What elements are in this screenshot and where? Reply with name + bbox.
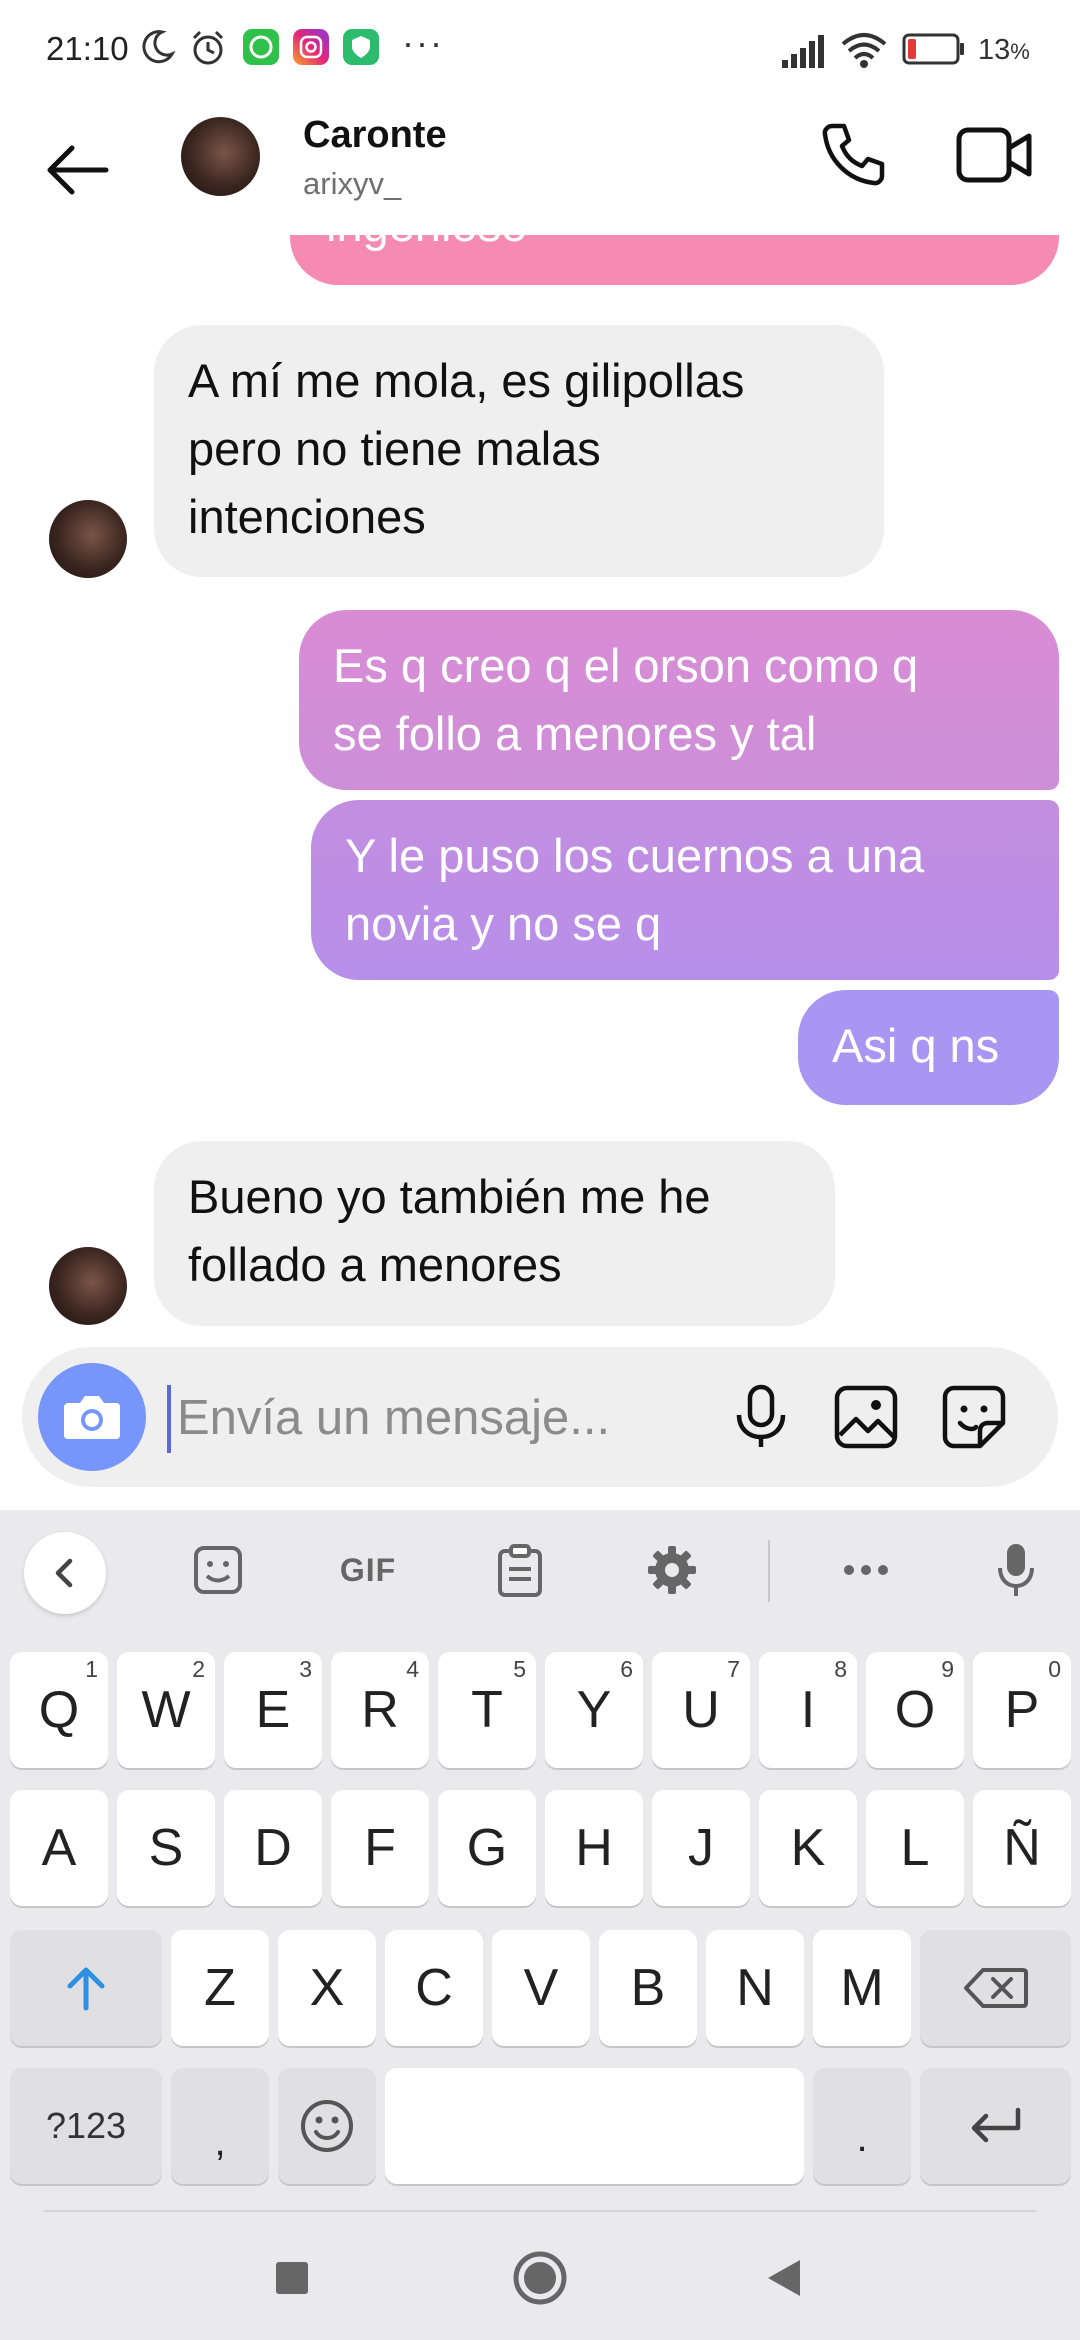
chat-header: Caronte arixyv_ — [0, 100, 1080, 235]
backspace-key[interactable] — [920, 1930, 1071, 2046]
message-thread: ingenioso A mí me mola, es gilipollas pe… — [0, 235, 1080, 1335]
settings-button[interactable] — [644, 1540, 700, 1600]
symbols-key[interactable]: ?123 — [10, 2068, 162, 2184]
key-k[interactable]: K — [759, 1790, 857, 1906]
keyboard-toolbar: GIF — [0, 1510, 1080, 1630]
key-n[interactable]: N — [706, 1930, 804, 2046]
backspace-icon — [963, 1968, 1028, 2008]
enter-key[interactable] — [920, 2068, 1071, 2184]
key-g[interactable]: G — [438, 1790, 536, 1906]
recents-square-icon[interactable] — [274, 2260, 310, 2296]
battery-icon — [902, 33, 964, 65]
moon-icon — [142, 30, 176, 64]
more-notifications-icon: ··· — [402, 22, 444, 63]
period-key[interactable]: . — [813, 2068, 911, 2184]
incoming-message[interactable]: A mí me mola, es gilipollas pero no tien… — [154, 325, 884, 577]
avatar[interactable] — [181, 117, 260, 196]
voice-input-button[interactable] — [992, 1540, 1040, 1600]
phone-icon[interactable] — [818, 118, 890, 190]
key-v[interactable]: V — [492, 1930, 590, 2046]
shift-key[interactable] — [10, 1930, 162, 2046]
incoming-message[interactable]: Bueno yo también me he follado a menores — [154, 1141, 835, 1326]
key-b[interactable]: B — [599, 1930, 697, 2046]
key-i[interactable]: I8 — [759, 1652, 857, 1768]
space-key[interactable] — [385, 2068, 804, 2184]
key-c[interactable]: C — [385, 1930, 483, 2046]
sticker-icon[interactable] — [940, 1383, 1008, 1451]
back-arrow-icon[interactable] — [40, 132, 116, 208]
key-d[interactable]: D — [224, 1790, 322, 1906]
outgoing-message-partial[interactable]: ingenioso — [290, 235, 1059, 285]
outgoing-message[interactable]: Y le puso los cuernos a una novia y no s… — [311, 800, 1059, 980]
instagram-icon — [293, 29, 329, 65]
enter-arrow-icon — [971, 2107, 1020, 2143]
key-a[interactable]: A — [10, 1790, 108, 1906]
key-w[interactable]: W2 — [117, 1652, 215, 1768]
message-input[interactable] — [177, 1383, 697, 1453]
back-triangle-icon[interactable] — [764, 2258, 804, 2298]
clipboard-button[interactable] — [492, 1540, 548, 1600]
signal-icon — [782, 35, 824, 68]
battery-percent: 13% — [978, 34, 1030, 66]
gif-button[interactable]: GIF — [330, 1540, 406, 1600]
nav-divider — [44, 2210, 1036, 2212]
message-composer — [22, 1347, 1058, 1487]
key-q[interactable]: Q1 — [10, 1652, 108, 1768]
key-p[interactable]: P0 — [973, 1652, 1071, 1768]
contact-name[interactable]: Caronte — [303, 114, 447, 157]
key-m[interactable]: M — [813, 1930, 911, 2046]
toolbar-divider — [768, 1540, 770, 1602]
whatsapp-icon — [243, 29, 279, 65]
contact-username[interactable]: arixyv_ — [303, 166, 401, 202]
comma-key[interactable]: , — [171, 2068, 269, 2184]
shift-arrow-icon — [67, 1967, 105, 2011]
vpn-shield-icon — [343, 29, 379, 65]
key-u[interactable]: U7 — [652, 1652, 750, 1768]
key-t[interactable]: T5 — [438, 1652, 536, 1768]
microphone-icon — [998, 1544, 1034, 1596]
sticker-panel-button[interactable] — [188, 1540, 248, 1600]
key-f[interactable]: F — [331, 1790, 429, 1906]
sender-avatar[interactable] — [49, 500, 127, 578]
text-caret — [167, 1385, 171, 1453]
emoji-key[interactable] — [278, 2068, 376, 2184]
key-s[interactable]: S — [117, 1790, 215, 1906]
outgoing-message[interactable]: Asi q ns — [798, 990, 1059, 1105]
alarm-icon — [192, 30, 224, 65]
status-bar: 21:10 ··· 13% — [0, 0, 1080, 100]
system-navigation-bar — [0, 2210, 1080, 2340]
key-l[interactable]: L — [866, 1790, 964, 1906]
toolbar-collapse-button[interactable] — [24, 1532, 106, 1614]
outgoing-message[interactable]: Es q creo q el orson como q se follo a m… — [299, 610, 1059, 790]
key-y[interactable]: Y6 — [545, 1652, 643, 1768]
home-circle-icon[interactable] — [512, 2250, 568, 2306]
key-n-tilde[interactable]: Ñ — [973, 1790, 1071, 1906]
camera-button[interactable] — [38, 1363, 146, 1471]
video-call-icon[interactable] — [955, 122, 1035, 188]
camera-icon — [64, 1396, 120, 1439]
microphone-icon[interactable] — [729, 1383, 793, 1451]
clipboard-icon — [498, 1544, 542, 1597]
key-z[interactable]: Z — [171, 1930, 269, 2046]
more-dots-icon — [844, 1565, 888, 1575]
key-o[interactable]: O9 — [866, 1652, 964, 1768]
wifi-icon — [841, 33, 887, 68]
chevron-left-icon — [55, 1558, 73, 1588]
key-j[interactable]: J — [652, 1790, 750, 1906]
key-h[interactable]: H — [545, 1790, 643, 1906]
smiley-icon — [301, 2100, 353, 2152]
emoji-sticker-icon — [194, 1546, 242, 1594]
gear-icon — [648, 1546, 696, 1594]
status-time: 21:10 — [46, 30, 129, 67]
key-r[interactable]: R4 — [331, 1652, 429, 1768]
more-options-button[interactable] — [836, 1540, 896, 1600]
key-x[interactable]: X — [278, 1930, 376, 2046]
key-e[interactable]: E3 — [224, 1652, 322, 1768]
sender-avatar[interactable] — [49, 1247, 127, 1325]
gallery-icon[interactable] — [832, 1383, 900, 1451]
